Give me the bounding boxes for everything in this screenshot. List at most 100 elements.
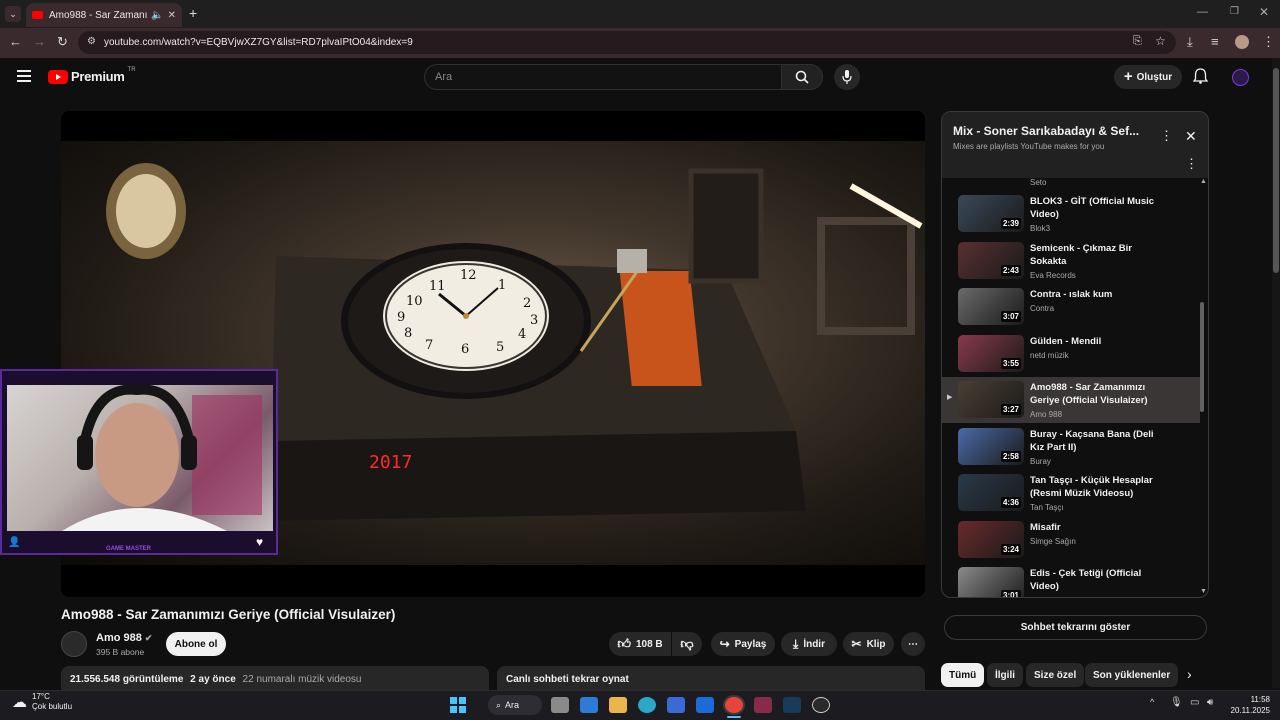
- page-scrollbar[interactable]: [1272, 58, 1280, 688]
- scroll-up-arrow-icon[interactable]: ▲: [1200, 178, 1207, 185]
- clock[interactable]: 11:58 20.11.2025: [1226, 694, 1270, 716]
- notifications-bell-icon[interactable]: [1193, 68, 1208, 84]
- edge-browser-icon[interactable]: [638, 697, 656, 713]
- description-box[interactable]: 21.556.548 görüntüleme 2 ay önce 22 numa…: [61, 666, 489, 692]
- media-control-icon[interactable]: ≡: [1211, 35, 1219, 49]
- playlist-item-thumbnail[interactable]: 3:27: [958, 381, 1024, 418]
- install-app-icon[interactable]: ⎘: [1133, 35, 1142, 48]
- playlist-item-artist: Amo 988: [1030, 410, 1063, 419]
- channel-avatar[interactable]: [61, 631, 87, 657]
- music-video-tag[interactable]: 22 numaralı müzik videosu: [243, 674, 362, 685]
- file-explorer-icon[interactable]: [609, 697, 627, 713]
- playlist-item-title: BLOK3 - GİT (Official Music Video): [1030, 196, 1155, 220]
- browser-tab[interactable]: Amo988 - Sar Zamanımızı Geriye 🔈 ✕: [26, 3, 182, 27]
- voice-search-button[interactable]: [834, 64, 860, 90]
- scroll-down-arrow-icon[interactable]: ▼: [1200, 588, 1207, 595]
- search-button[interactable]: [781, 64, 823, 90]
- svg-text:11: 11: [429, 279, 446, 294]
- playlist-item-thumbnail[interactable]: 3:24: [958, 520, 1024, 558]
- playlist-item-duration: 2:43: [1000, 264, 1021, 276]
- store-app-icon[interactable]: [667, 697, 685, 713]
- microphone-tray-icon[interactable]: 🎙︎: [1170, 697, 1183, 708]
- share-button[interactable]: ↪ Paylaş: [711, 632, 775, 656]
- youtube-favicon-icon: [32, 11, 43, 19]
- reload-icon[interactable]: ↻: [57, 35, 68, 49]
- playlist-options-icon[interactable]: ⋮: [1185, 156, 1198, 172]
- hamburger-menu-icon[interactable]: [17, 70, 31, 82]
- playlist-more-icon[interactable]: ⋮: [1160, 128, 1173, 144]
- clip-button[interactable]: ✂ Klip: [843, 632, 894, 656]
- download-button[interactable]: ⤓ İndir: [781, 632, 837, 656]
- bookmark-star-icon[interactable]: ☆: [1155, 34, 1166, 48]
- close-tab-icon[interactable]: ✕: [168, 10, 176, 21]
- restore-button[interactable]: ❐: [1230, 6, 1239, 17]
- chip-recently-uploaded[interactable]: Son yüklenenler: [1085, 663, 1179, 687]
- playlist-item-thumbnail[interactable]: 3:55: [958, 334, 1024, 372]
- share-label: Paylaş: [734, 638, 767, 650]
- site-info-icon[interactable]: ⚙: [87, 36, 96, 47]
- tray-overflow-icon[interactable]: ^: [1150, 697, 1154, 707]
- address-bar[interactable]: ⚙ youtube.com/watch?v=EQBVjwXZ7GY&list=R…: [78, 31, 1176, 54]
- tab-search-button[interactable]: ⌄: [5, 6, 21, 22]
- playlist-item-thumbnail[interactable]: 2:43: [958, 241, 1024, 279]
- playlist-item[interactable]: 3:07 Contra - ıslak kum Contra: [942, 284, 1200, 330]
- start-windows-icon[interactable]: [450, 697, 466, 713]
- playlist-item-thumbnail[interactable]: 4:36: [958, 474, 1024, 511]
- playlist-item-thumbnail[interactable]: 2:39: [958, 195, 1024, 232]
- task-view-icon[interactable]: [551, 697, 569, 713]
- channel-name[interactable]: Amo 988 ✔: [96, 632, 152, 644]
- volume-icon[interactable]: 🔊︎: [1207, 697, 1213, 708]
- audio-icon[interactable]: 🔈: [151, 10, 163, 21]
- playlist-item[interactable]: 3:55 Gülden - Mendil netd müzik: [942, 331, 1200, 377]
- webcam-person-icon: 👤: [8, 537, 21, 548]
- chip-all[interactable]: Tümü: [941, 663, 985, 687]
- profile-avatar[interactable]: [1235, 35, 1249, 49]
- playlist-item[interactable]: ▶ 3:27 Amo988 - Sar Zamanımızı Geriye (Off…: [942, 377, 1200, 423]
- network-icon[interactable]: ▭: [1190, 697, 1199, 708]
- browser-menu-icon[interactable]: ⋮: [1262, 35, 1275, 49]
- playlist-item[interactable]: 3:01 Edis - Çek Tetiği (Official Video) Ed…: [942, 563, 1200, 597]
- playlist-close-icon[interactable]: ✕: [1185, 128, 1197, 145]
- playlist-item[interactable]: 2:39 BLOK3 - GİT (Official Music Video) Bl…: [942, 191, 1200, 237]
- back-icon[interactable]: ←: [9, 35, 22, 49]
- forward-icon[interactable]: →: [33, 35, 46, 49]
- subscribe-button[interactable]: Abone ol: [166, 632, 226, 656]
- weather-widget[interactable]: ☁ 17°C Çok bulutlu: [12, 692, 72, 712]
- playlist-title[interactable]: Mix - Soner Sarıkabadayı & Sef...: [953, 124, 1145, 138]
- now-playing-icon: ▶: [947, 394, 953, 401]
- youtube-logo[interactable]: Premium TR: [48, 67, 136, 84]
- playlist-item-title: Contra - ıslak kum: [1030, 289, 1113, 300]
- downloads-icon[interactable]: ⤓: [1187, 35, 1193, 49]
- like-button[interactable]: 👍︎ 108 B: [609, 632, 671, 656]
- playlist-item[interactable]: 4:36 Tan Taşçı - Küçük Hesaplar (Resmi Mü…: [942, 470, 1200, 516]
- playlist-item[interactable]: 3:24 Misafir Simge Sağın: [942, 517, 1200, 563]
- playlist-item-thumbnail[interactable]: 2:58: [958, 427, 1024, 465]
- account-avatar[interactable]: [1232, 69, 1249, 86]
- more-actions-button[interactable]: ⋯: [901, 632, 925, 656]
- playlist-item-thumbnail[interactable]: 3:01: [958, 567, 1024, 597]
- playlist-scrollbar[interactable]: [1200, 302, 1204, 412]
- widgets-app-icon[interactable]: [580, 697, 598, 713]
- winrar-icon[interactable]: [754, 697, 772, 713]
- chips-next-arrow-icon[interactable]: ›: [1187, 666, 1192, 682]
- new-tab-button[interactable]: +: [189, 6, 197, 20]
- close-window-button[interactable]: ✕: [1259, 5, 1269, 19]
- chip-for-you[interactable]: Size özel: [1026, 663, 1085, 687]
- chrome-browser-icon[interactable]: [725, 697, 743, 713]
- minimize-button[interactable]: —: [1197, 6, 1208, 18]
- chip-related[interactable]: İlgili: [987, 663, 1023, 687]
- steam-icon[interactable]: [783, 697, 801, 713]
- premium-label: Premium: [71, 69, 125, 84]
- share-icon: ↪: [719, 637, 730, 651]
- playlist-panel: Mix - Soner Sarıkabadayı & Sef... Mixes …: [941, 111, 1209, 598]
- playlist-item-thumbnail[interactable]: 3:07: [958, 288, 1024, 325]
- show-chat-replay-button[interactable]: Sohbet tekrarını göster: [944, 615, 1207, 640]
- playlist-item[interactable]: 2:43 Semicenk - Çıkmaz Bir Sokakta Eva Rec…: [942, 238, 1200, 284]
- taskbar-search[interactable]: ⌕ Ara: [488, 695, 542, 715]
- obs-icon[interactable]: [812, 697, 830, 713]
- outlook-icon[interactable]: [696, 697, 714, 713]
- search-input[interactable]: Ara: [424, 64, 782, 90]
- dislike-button[interactable]: 👎︎: [672, 632, 702, 656]
- playlist-item[interactable]: 2:58 Buray - Kaçsana Bana (Deli Kız Part …: [942, 424, 1200, 470]
- create-button[interactable]: + Oluştur: [1114, 65, 1182, 89]
